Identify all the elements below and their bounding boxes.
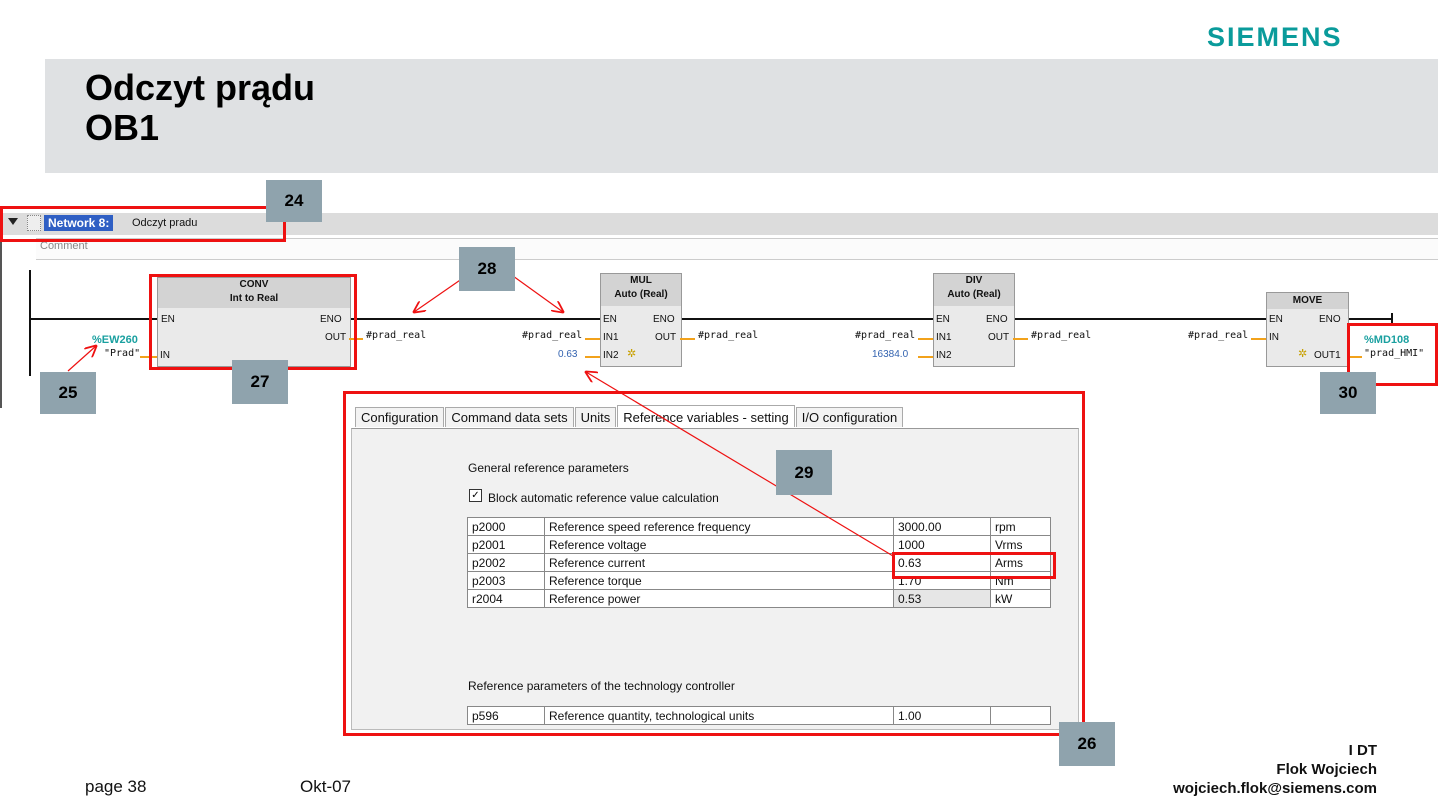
footer-date: Okt-07 bbox=[300, 777, 352, 796]
arrow-25 bbox=[67, 346, 96, 372]
callout-28: 28 bbox=[459, 247, 515, 291]
callout-30: 30 bbox=[1320, 372, 1376, 414]
arrow-28-right bbox=[512, 275, 563, 312]
author-email: wojciech.flok@siemens.com bbox=[1173, 780, 1377, 797]
page-number: page 38 bbox=[85, 777, 147, 796]
author-block: I DT Flok Wojciech wojciech.flok@siemens… bbox=[1173, 741, 1377, 798]
callout-26: 26 bbox=[1059, 722, 1115, 766]
author-name: Flok Wojciech bbox=[1276, 761, 1377, 778]
callout-27: 27 bbox=[232, 360, 288, 404]
callout-24: 24 bbox=[266, 180, 322, 222]
callout-arrows bbox=[67, 275, 894, 557]
callout-25: 25 bbox=[40, 372, 96, 414]
author-dept: I DT bbox=[1348, 742, 1377, 759]
arrow-29 bbox=[586, 372, 894, 557]
callout-29: 29 bbox=[776, 450, 832, 495]
